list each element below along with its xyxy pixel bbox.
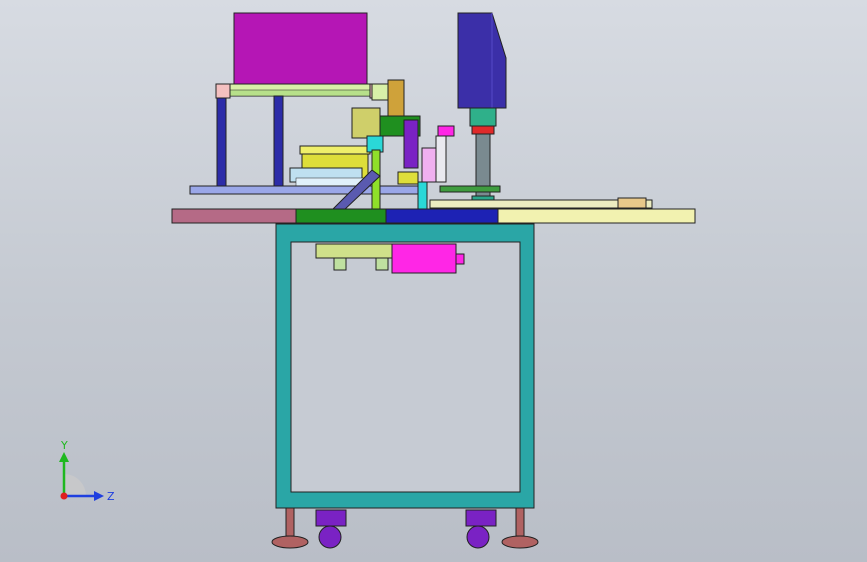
table-plate-left[interactable] bbox=[171, 208, 297, 224]
control-box[interactable] bbox=[391, 243, 457, 274]
hopper-leg-left bbox=[216, 95, 227, 189]
feeder-track-2 bbox=[295, 177, 365, 187]
triad-rotation-indicator bbox=[64, 474, 86, 496]
upper-rail-right bbox=[439, 185, 501, 193]
spindle-ring-red bbox=[471, 125, 495, 135]
upper-rail bbox=[189, 185, 421, 195]
bracket-column-2 bbox=[421, 147, 437, 183]
hopper-corner-block bbox=[215, 83, 231, 99]
bracket-column bbox=[435, 135, 447, 183]
hopper-box[interactable] bbox=[233, 12, 368, 85]
z-axis-label: Z bbox=[107, 490, 115, 503]
leveling-foot-left-stem bbox=[285, 507, 295, 537]
feeder-bowl-rim bbox=[299, 145, 371, 155]
leveling-foot-right-stem bbox=[515, 507, 525, 537]
hopper-leg-right bbox=[273, 95, 284, 189]
table-plate-green[interactable] bbox=[295, 208, 387, 224]
drive-plate bbox=[315, 243, 393, 259]
drive-foot-2 bbox=[375, 257, 389, 271]
caster-left-wheel bbox=[318, 525, 342, 549]
spindle-collar bbox=[469, 107, 497, 127]
head-slide bbox=[403, 119, 419, 169]
pink-block bbox=[437, 125, 455, 137]
table-plate-blue[interactable] bbox=[385, 208, 499, 224]
table-plate-right[interactable] bbox=[497, 208, 696, 224]
leveling-foot-left-pad bbox=[271, 535, 309, 549]
caster-right-mount bbox=[465, 509, 497, 527]
drive-foot-1 bbox=[333, 257, 347, 271]
axis-triad: Y Z bbox=[59, 439, 115, 503]
leveling-foot-right-pad bbox=[501, 535, 539, 549]
z-axis-arrow bbox=[94, 491, 104, 501]
motor-housing[interactable] bbox=[457, 12, 507, 109]
y-axis-arrow bbox=[59, 452, 69, 462]
cylinder-block bbox=[351, 107, 381, 139]
caster-right-wheel bbox=[466, 525, 490, 549]
base-frame-opening bbox=[290, 241, 521, 493]
clamp-block bbox=[397, 171, 419, 185]
caster-left-mount bbox=[315, 509, 347, 527]
control-box-knob bbox=[455, 253, 465, 265]
cad-viewport[interactable]: Y Z bbox=[0, 0, 867, 562]
cylinder-cap bbox=[371, 83, 389, 101]
y-axis-label: Y bbox=[60, 439, 68, 452]
triad-origin bbox=[60, 492, 68, 500]
conveyor-end-block bbox=[617, 197, 647, 209]
hopper-rail-2 bbox=[227, 89, 379, 97]
vertical-cylinder[interactable] bbox=[387, 79, 405, 117]
machine-model[interactable] bbox=[0, 0, 867, 562]
